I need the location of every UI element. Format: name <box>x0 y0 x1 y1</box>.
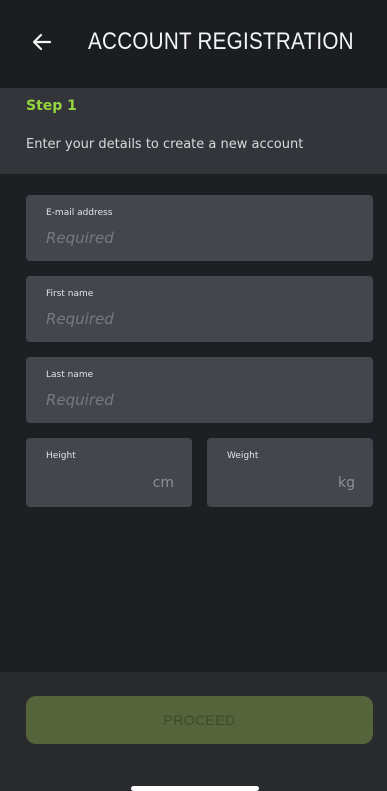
page-title: ACCOUNT REGISTRATION <box>88 28 354 55</box>
proceed-button[interactable]: PROCEED <box>26 696 373 744</box>
first-name-field[interactable]: First name Required <box>26 276 373 342</box>
height-field[interactable]: Height cm <box>26 438 192 507</box>
email-placeholder: Required <box>46 229 114 247</box>
app-bar: ACCOUNT REGISTRATION <box>0 0 387 88</box>
email-field[interactable]: E-mail address Required <box>26 195 373 261</box>
weight-label: Weight <box>227 451 259 461</box>
home-indicator[interactable] <box>131 786 259 791</box>
registration-screen: ACCOUNT REGISTRATION Step 1 Enter your d… <box>0 0 387 791</box>
last-name-field[interactable]: Last name Required <box>26 357 373 423</box>
step-panel: Step 1 Enter your details to create a ne… <box>0 88 387 174</box>
height-label: Height <box>46 451 76 461</box>
weight-unit: kg <box>338 475 355 491</box>
email-label: E-mail address <box>46 208 113 218</box>
last-name-placeholder: Required <box>46 391 114 409</box>
first-name-placeholder: Required <box>46 310 114 328</box>
last-name-label: Last name <box>46 370 94 380</box>
weight-field[interactable]: Weight kg <box>207 438 373 507</box>
step-title: Step 1 <box>26 98 77 114</box>
first-name-label: First name <box>46 289 94 299</box>
arrow-left-icon[interactable] <box>30 30 54 54</box>
height-unit: cm <box>152 475 174 491</box>
step-description: Enter your details to create a new accou… <box>26 137 304 152</box>
